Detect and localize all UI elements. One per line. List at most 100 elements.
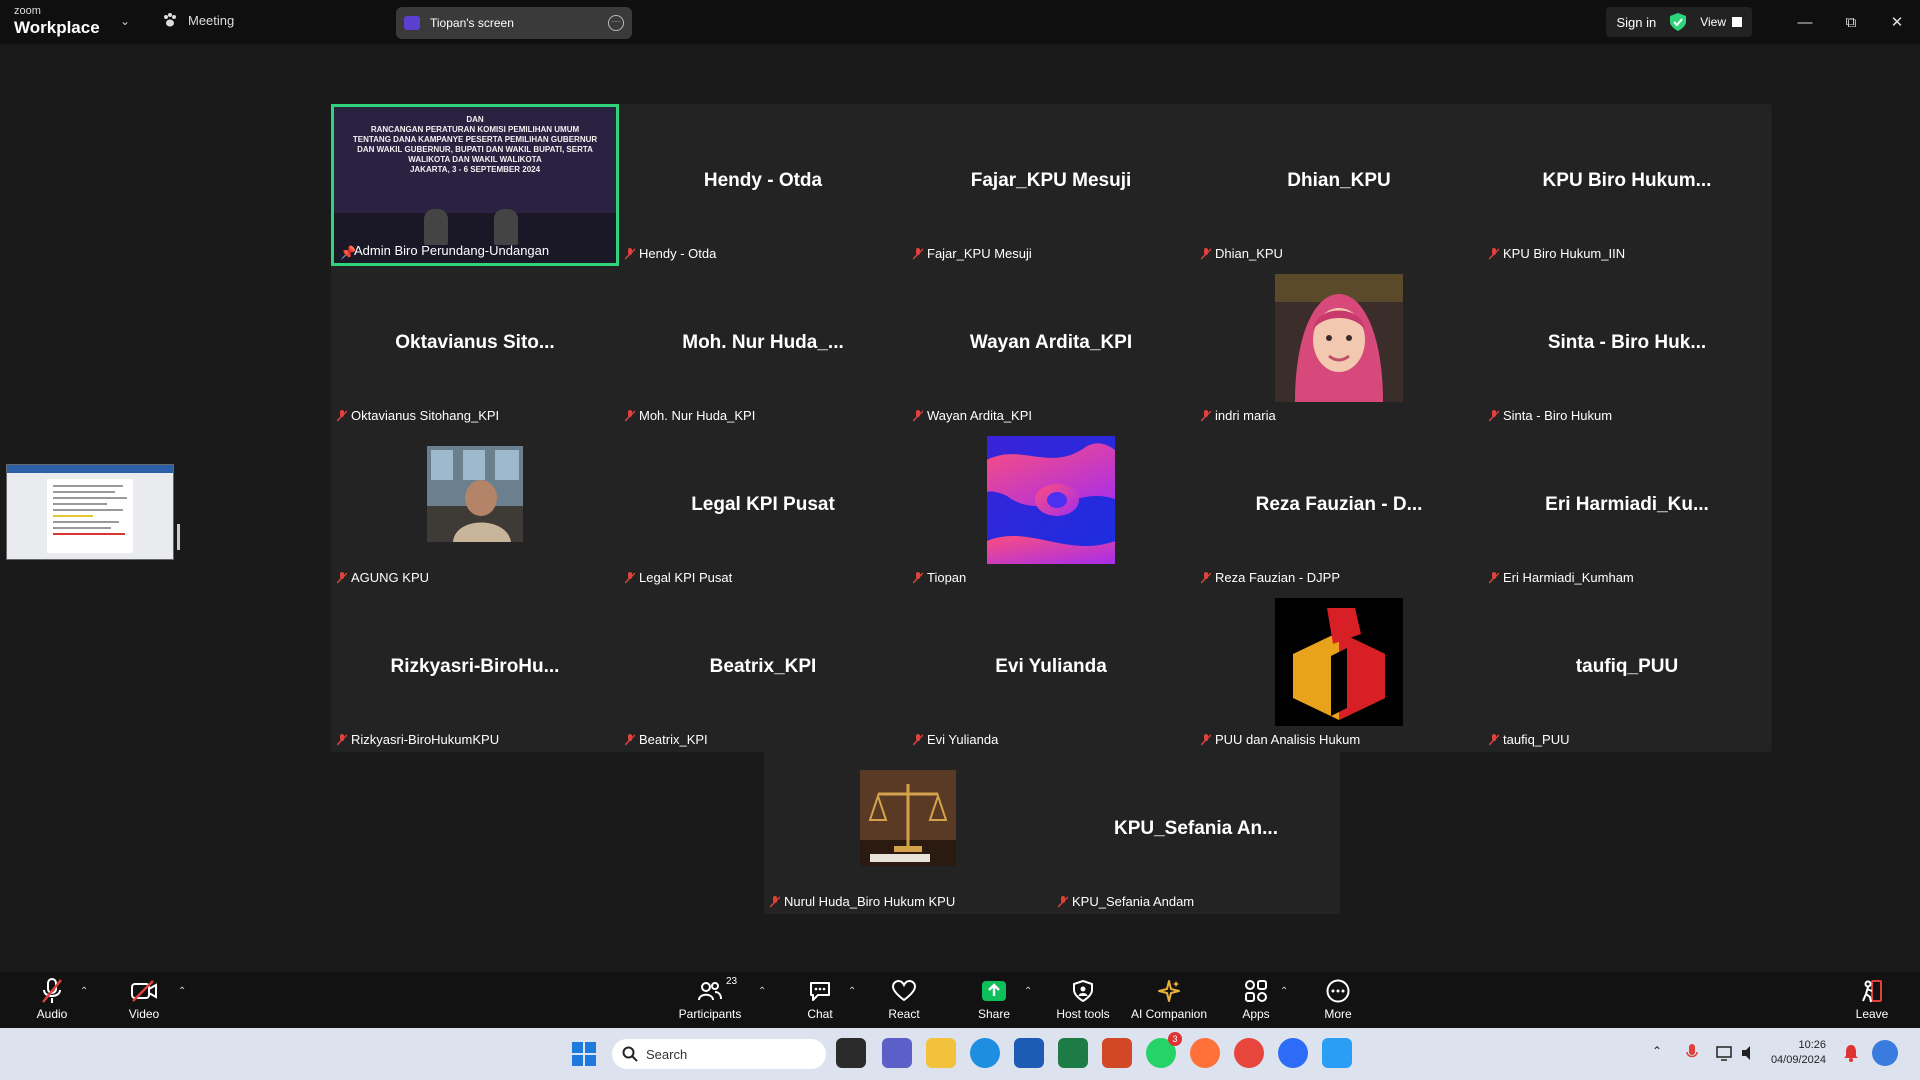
bawaslu-logo (1275, 598, 1403, 726)
participant-tile[interactable]: Beatrix_KPI Beatrix_KPI (619, 590, 907, 752)
participant-tile[interactable]: Evi Yulianda Evi Yulianda (907, 590, 1195, 752)
participant-label: taufiq_PUU (1489, 732, 1569, 747)
participant-label: KPU Biro Hukum_IIN (1489, 246, 1625, 261)
close-icon[interactable]: ✕ (1874, 13, 1920, 31)
microphone-icon[interactable] (1686, 1044, 1698, 1062)
participant-tile[interactable]: taufiq_PUU taufiq_PUU (1483, 590, 1771, 752)
participant-tile[interactable]: Oktavianus Sito... Oktavianus Sitohang_K… (331, 266, 619, 428)
chevron-up-icon[interactable]: ⌃ (178, 986, 186, 997)
edge-icon[interactable] (970, 1038, 1000, 1068)
participant-label: Hendy - Otda (625, 246, 716, 261)
participant-tile[interactable]: Dhian_KPU Dhian_KPU (1195, 104, 1483, 266)
heart-icon (892, 980, 916, 1002)
participant-name: Rizkyasri-BiroHu... (390, 656, 560, 677)
mic-muted-icon (1201, 571, 1211, 584)
participant-tile[interactable]: Reza Fauzian - D... Reza Fauzian - DJPP (1195, 428, 1483, 590)
sign-in-button[interactable]: Sign in (1616, 15, 1656, 30)
zoom-app-icon[interactable] (1278, 1038, 1308, 1068)
profile-photo (427, 446, 523, 542)
participant-label: Sinta - Biro Hukum (1489, 408, 1612, 423)
participant-tile[interactable]: Sinta - Biro Huk... Sinta - Biro Hukum (1483, 266, 1771, 428)
zoom-workplace-logo[interactable]: zoom Workplace (14, 6, 100, 37)
participant-tile[interactable]: Rizkyasri-BiroHu... Rizkyasri-BiroHukumK… (331, 590, 619, 752)
chevron-up-icon[interactable]: ⌃ (848, 986, 856, 997)
participant-name: Oktavianus Sito... (395, 332, 555, 353)
participant-tile[interactable]: indri maria (1195, 266, 1483, 428)
chevron-up-icon[interactable]: ⌃ (1280, 986, 1288, 997)
leave-button[interactable]: Leave (1852, 978, 1892, 1021)
clock[interactable]: 10:26 04/09/2024 (1768, 1038, 1826, 1068)
shared-screen-thumbnail[interactable] (6, 464, 174, 560)
audio-button[interactable]: Audio (30, 978, 74, 1021)
thumbnail-document (47, 479, 133, 553)
more-button[interactable]: More (1316, 978, 1360, 1021)
host-tools-button[interactable]: Host tools (1052, 978, 1114, 1021)
taskbar-search[interactable]: Search (612, 1039, 826, 1069)
video-button[interactable]: Video (122, 978, 166, 1021)
chat-button[interactable]: Chat (798, 978, 842, 1021)
participant-name: Hendy - Otda (703, 170, 823, 191)
meeting-menu-button[interactable]: Meeting (162, 12, 234, 28)
participant-tile[interactable]: Fajar_KPU Mesuji Fajar_KPU Mesuji (907, 104, 1195, 266)
participant-tile[interactable]: Nurul Huda_Biro Hukum KPU (764, 752, 1052, 914)
notepad-icon[interactable] (1322, 1038, 1352, 1068)
participant-tile[interactable]: AGUNG KPU (331, 428, 619, 590)
share-button[interactable]: Share (972, 978, 1016, 1021)
powerpoint-icon[interactable] (1102, 1038, 1132, 1068)
mic-muted-icon (1489, 571, 1499, 584)
participant-label: Nurul Huda_Biro Hukum KPU (770, 894, 955, 909)
firefox-icon[interactable] (1190, 1038, 1220, 1068)
grid-icon (1732, 17, 1742, 27)
chevron-up-icon[interactable]: ⌃ (1024, 986, 1032, 997)
file-explorer-icon[interactable] (926, 1038, 956, 1068)
participant-tile[interactable]: DAN RANCANGAN PERATURAN KOMISI PEMILIHAN… (331, 104, 619, 266)
whatsapp-icon[interactable]: 3 (1146, 1032, 1182, 1068)
word-icon[interactable] (1014, 1038, 1044, 1068)
teams-icon[interactable] (882, 1038, 912, 1068)
react-button[interactable]: React (882, 978, 926, 1021)
security-shield-icon[interactable] (1670, 13, 1687, 31)
chevron-down-icon[interactable]: ⌄ (120, 14, 130, 28)
view-label: View (1700, 15, 1726, 29)
participant-tile[interactable]: Legal KPI Pusat Legal KPI Pusat (619, 428, 907, 590)
excel-icon[interactable] (1058, 1038, 1088, 1068)
chevron-up-icon[interactable]: ⌃ (1652, 1044, 1662, 1058)
participant-label: Dhian_KPU (1201, 246, 1283, 261)
participant-tile[interactable]: Eri Harmiadi_Ku... Eri Harmiadi_Kumham (1483, 428, 1771, 590)
participant-tile[interactable]: Hendy - Otda Hendy - Otda (619, 104, 907, 266)
ai-companion-button[interactable]: AI Companion (1128, 978, 1210, 1021)
participants-count: 23 (726, 976, 738, 987)
participant-tile[interactable]: KPU Biro Hukum... KPU Biro Hukum_IIN (1483, 104, 1771, 266)
participant-label: Oktavianus Sitohang_KPI (337, 408, 499, 423)
thumbnail-resize-handle[interactable] (177, 524, 180, 550)
mic-muted-icon (625, 247, 635, 260)
participants-button[interactable]: 23 Participants (672, 976, 748, 1021)
notification-bell-icon[interactable] (1844, 1044, 1858, 1062)
participant-tile[interactable]: Wayan Ardita_KPI Wayan Ardita_KPI (907, 266, 1195, 428)
view-button[interactable]: View (1700, 15, 1742, 29)
volume-icon[interactable] (1740, 1044, 1756, 1062)
participants-icon (698, 982, 722, 1001)
mic-muted-icon (625, 409, 635, 422)
paw-icon (164, 13, 176, 27)
options-icon[interactable]: ⋯ (608, 15, 624, 31)
participant-tile[interactable]: Moh. Nur Huda_... Moh. Nur Huda_KPI (619, 266, 907, 428)
chevron-up-icon[interactable]: ⌃ (80, 986, 88, 997)
participant-label: Fajar_KPU Mesuji (913, 246, 1032, 261)
windows-taskbar: Search 3 ⌃ 10:26 04/09/2024 (0, 1028, 1920, 1080)
copilot-icon[interactable] (1872, 1040, 1898, 1066)
screen-share-indicator[interactable]: Tiopan's screen ⋯ (396, 7, 632, 39)
chevron-up-icon[interactable]: ⌃ (758, 986, 766, 997)
network-icon[interactable] (1716, 1044, 1734, 1062)
participant-tile[interactable]: PUU dan Analisis Hukum (1195, 590, 1483, 752)
minimize-icon[interactable]: — (1782, 14, 1828, 31)
task-view-icon[interactable] (836, 1038, 866, 1068)
chrome-icon[interactable] (1234, 1038, 1264, 1068)
windows-start-icon[interactable] (572, 1042, 596, 1066)
participant-name: KPU Biro Hukum... (1542, 170, 1712, 191)
apps-button[interactable]: Apps (1234, 978, 1278, 1021)
participant-tile[interactable]: Tiopan (907, 428, 1195, 590)
restore-icon[interactable]: ⧉ (1828, 14, 1874, 31)
whatsapp-badge: 3 (1168, 1032, 1182, 1046)
participant-tile[interactable]: KPU_Sefania An... KPU_Sefania Andam (1052, 752, 1340, 914)
